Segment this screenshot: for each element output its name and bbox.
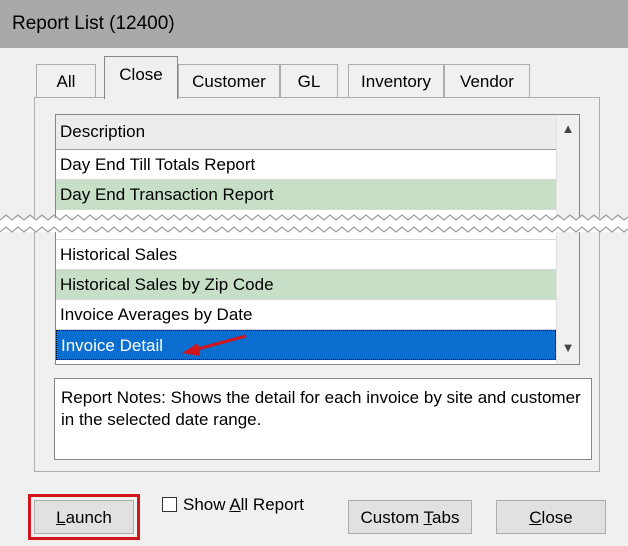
tab-vendor[interactable]: Vendor (444, 64, 530, 98)
torn-break-divider (0, 214, 628, 233)
scroll-down-icon[interactable]: ▼ (557, 340, 579, 362)
tab-all-label: All (56, 72, 76, 91)
list-item[interactable]: Day End Till Totals Report (56, 150, 556, 180)
title-bar: Report List (12400) (0, 0, 628, 48)
custom-tabs-label-accel: T (423, 508, 433, 527)
window-title: Report List (12400) (12, 13, 175, 34)
list-item[interactable]: Historical Sales by Zip Code (56, 270, 556, 300)
scroll-up-icon[interactable]: ▲ (557, 121, 579, 143)
tab-inventory-label: Inventory (361, 72, 431, 91)
custom-tabs-label-post: abs (432, 508, 460, 527)
close-label-post: lose (541, 508, 573, 527)
list-item[interactable]: Invoice Averages by Date (56, 300, 556, 330)
launch-label-accel: L (56, 508, 66, 527)
tab-gl-label: GL (297, 72, 321, 91)
show-all-label-post: ll Report (240, 495, 304, 514)
show-all-report-checkbox[interactable]: Show All Report (162, 495, 304, 515)
launch-button[interactable]: Launch (34, 500, 134, 534)
tab-customer-label: Customer (192, 72, 266, 91)
list-item[interactable]: Historical Sales (56, 240, 556, 270)
close-button[interactable]: Close (496, 500, 606, 534)
tab-gl[interactable]: GL (280, 64, 338, 98)
tab-strip: All Close Customer GL Inventory Vendor (36, 56, 596, 100)
tab-close[interactable]: Close (104, 56, 178, 100)
pointer-arrow-icon (182, 334, 247, 356)
tab-vendor-label: Vendor (460, 72, 514, 91)
checkbox-box[interactable] (162, 497, 177, 512)
custom-tabs-button[interactable]: Custom Tabs (348, 500, 472, 534)
tab-inventory[interactable]: Inventory (348, 64, 444, 98)
tab-all[interactable]: All (36, 64, 96, 98)
custom-tabs-label-pre: Custom (360, 508, 424, 527)
show-all-label-accel: A (229, 495, 241, 514)
report-notes: Report Notes: Shows the detail for each … (54, 378, 592, 460)
column-header-description[interactable]: Description (56, 115, 556, 150)
tab-customer[interactable]: Customer (178, 64, 280, 98)
close-label-accel: C (529, 508, 542, 527)
tab-close-label: Close (119, 65, 163, 84)
show-all-label-pre: Show (183, 495, 230, 514)
report-list-window: Report List (12400) All Close Customer G… (0, 0, 628, 546)
list-item[interactable]: Day End Transaction Report (56, 180, 556, 210)
list-item-selected[interactable]: Invoice Detail (56, 330, 556, 360)
launch-label-post: aunch (65, 508, 112, 527)
